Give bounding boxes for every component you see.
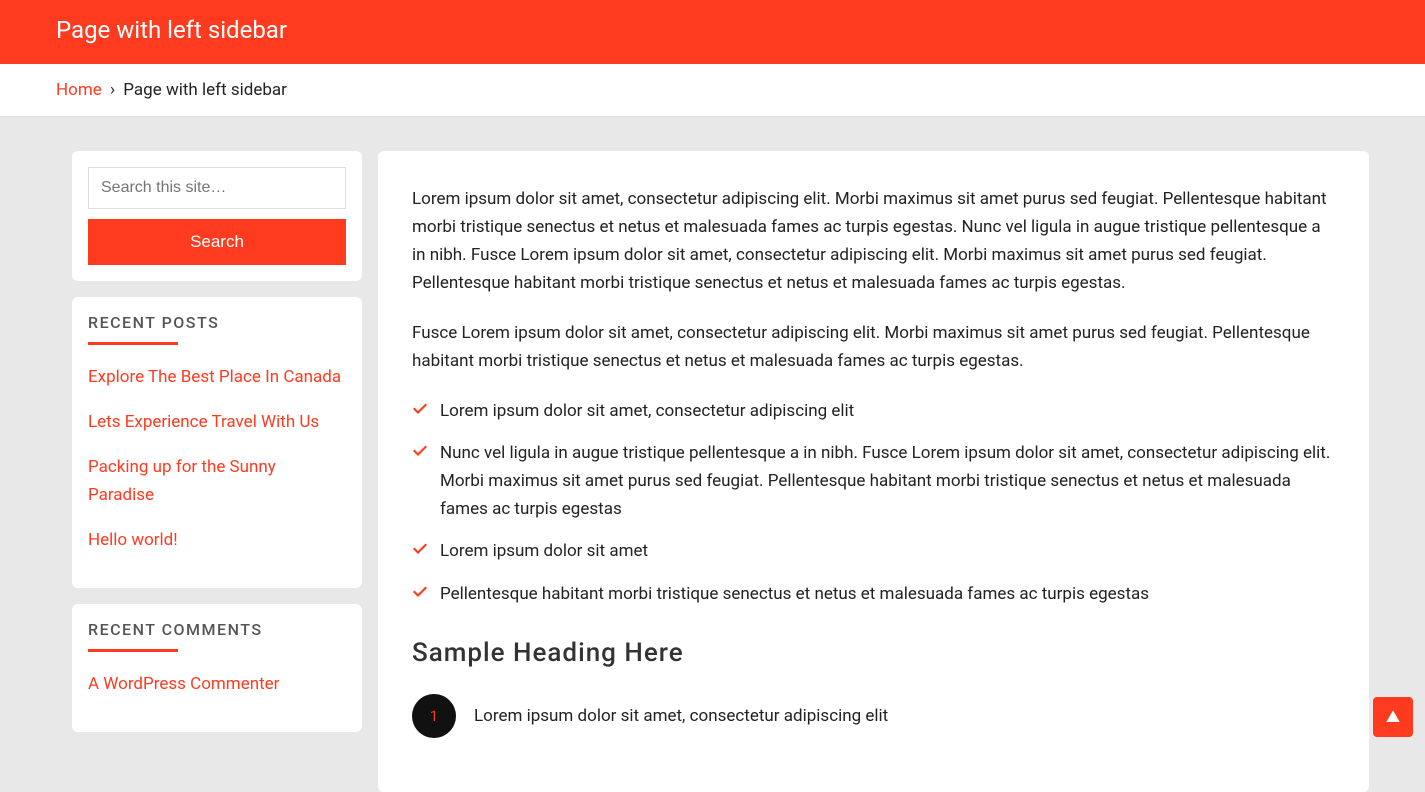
recent-comment-link[interactable]: A WordPress Commenter (88, 674, 279, 694)
check-text: Lorem ipsum dolor sit amet (440, 541, 648, 561)
list-item: Explore The Best Place In Canada (88, 364, 346, 391)
recent-post-link[interactable]: Packing up for the Sunny Paradise (88, 457, 276, 504)
check-text: Pellentesque habitant morbi tristique se… (440, 584, 1149, 604)
check-icon (412, 442, 428, 458)
breadcrumb-current: Page with left sidebar (123, 80, 287, 100)
check-list-item: Lorem ipsum dolor sit amet (412, 537, 1335, 565)
search-button[interactable]: Search (88, 219, 346, 265)
check-text: Nunc vel ligula in augue tristique pelle… (440, 443, 1330, 519)
list-item: Packing up for the Sunny Paradise (88, 454, 346, 508)
sidebar: Search RECENT POSTS Explore The Best Pla… (72, 151, 362, 792)
numbered-list: 1 Lorem ipsum dolor sit amet, consectetu… (412, 694, 1335, 738)
check-text: Lorem ipsum dolor sit amet, consectetur … (440, 401, 854, 421)
recent-posts-title: RECENT POSTS (88, 313, 346, 342)
check-icon (412, 400, 428, 416)
breadcrumb-separator: › (110, 80, 115, 100)
search-input[interactable] (88, 167, 346, 209)
paragraph: Fusce Lorem ipsum dolor sit amet, consec… (412, 319, 1335, 375)
arrow-up-icon (1383, 707, 1403, 727)
numbered-list-item: 1 Lorem ipsum dolor sit amet, consectetu… (412, 694, 1335, 738)
list-item: Hello world! (88, 527, 346, 554)
list-item: Lets Experience Travel With Us (88, 409, 346, 436)
check-list-item: Nunc vel ligula in augue tristique pelle… (412, 439, 1335, 523)
recent-posts-widget: RECENT POSTS Explore The Best Place In C… (72, 297, 362, 588)
check-list-item: Lorem ipsum dolor sit amet, consectetur … (412, 397, 1335, 425)
page-header: Page with left sidebar (0, 0, 1425, 64)
check-list: Lorem ipsum dolor sit amet, consectetur … (412, 397, 1335, 607)
section-heading: Sample Heading Here (412, 638, 1335, 668)
recent-post-link[interactable]: Hello world! (88, 530, 178, 550)
recent-comments-title: RECENT COMMENTS (88, 620, 346, 649)
number-badge: 1 (412, 694, 456, 738)
numbered-text: Lorem ipsum dolor sit amet, consectetur … (474, 706, 888, 726)
breadcrumb: Home › Page with left sidebar (0, 64, 1425, 117)
scroll-to-top-button[interactable] (1373, 697, 1413, 737)
check-list-item: Pellentesque habitant morbi tristique se… (412, 580, 1335, 608)
recent-comments-widget: RECENT COMMENTS A WordPress Commenter (72, 604, 362, 732)
main-content: Lorem ipsum dolor sit amet, consectetur … (378, 151, 1369, 792)
search-widget: Search (72, 151, 362, 281)
paragraph: Lorem ipsum dolor sit amet, consectetur … (412, 185, 1335, 297)
check-icon (412, 540, 428, 556)
recent-post-link[interactable]: Lets Experience Travel With Us (88, 412, 319, 432)
check-icon (412, 583, 428, 599)
recent-post-link[interactable]: Explore The Best Place In Canada (88, 367, 341, 387)
list-item: A WordPress Commenter (88, 671, 346, 698)
breadcrumb-home[interactable]: Home (56, 80, 102, 100)
page-title: Page with left sidebar (56, 16, 287, 44)
